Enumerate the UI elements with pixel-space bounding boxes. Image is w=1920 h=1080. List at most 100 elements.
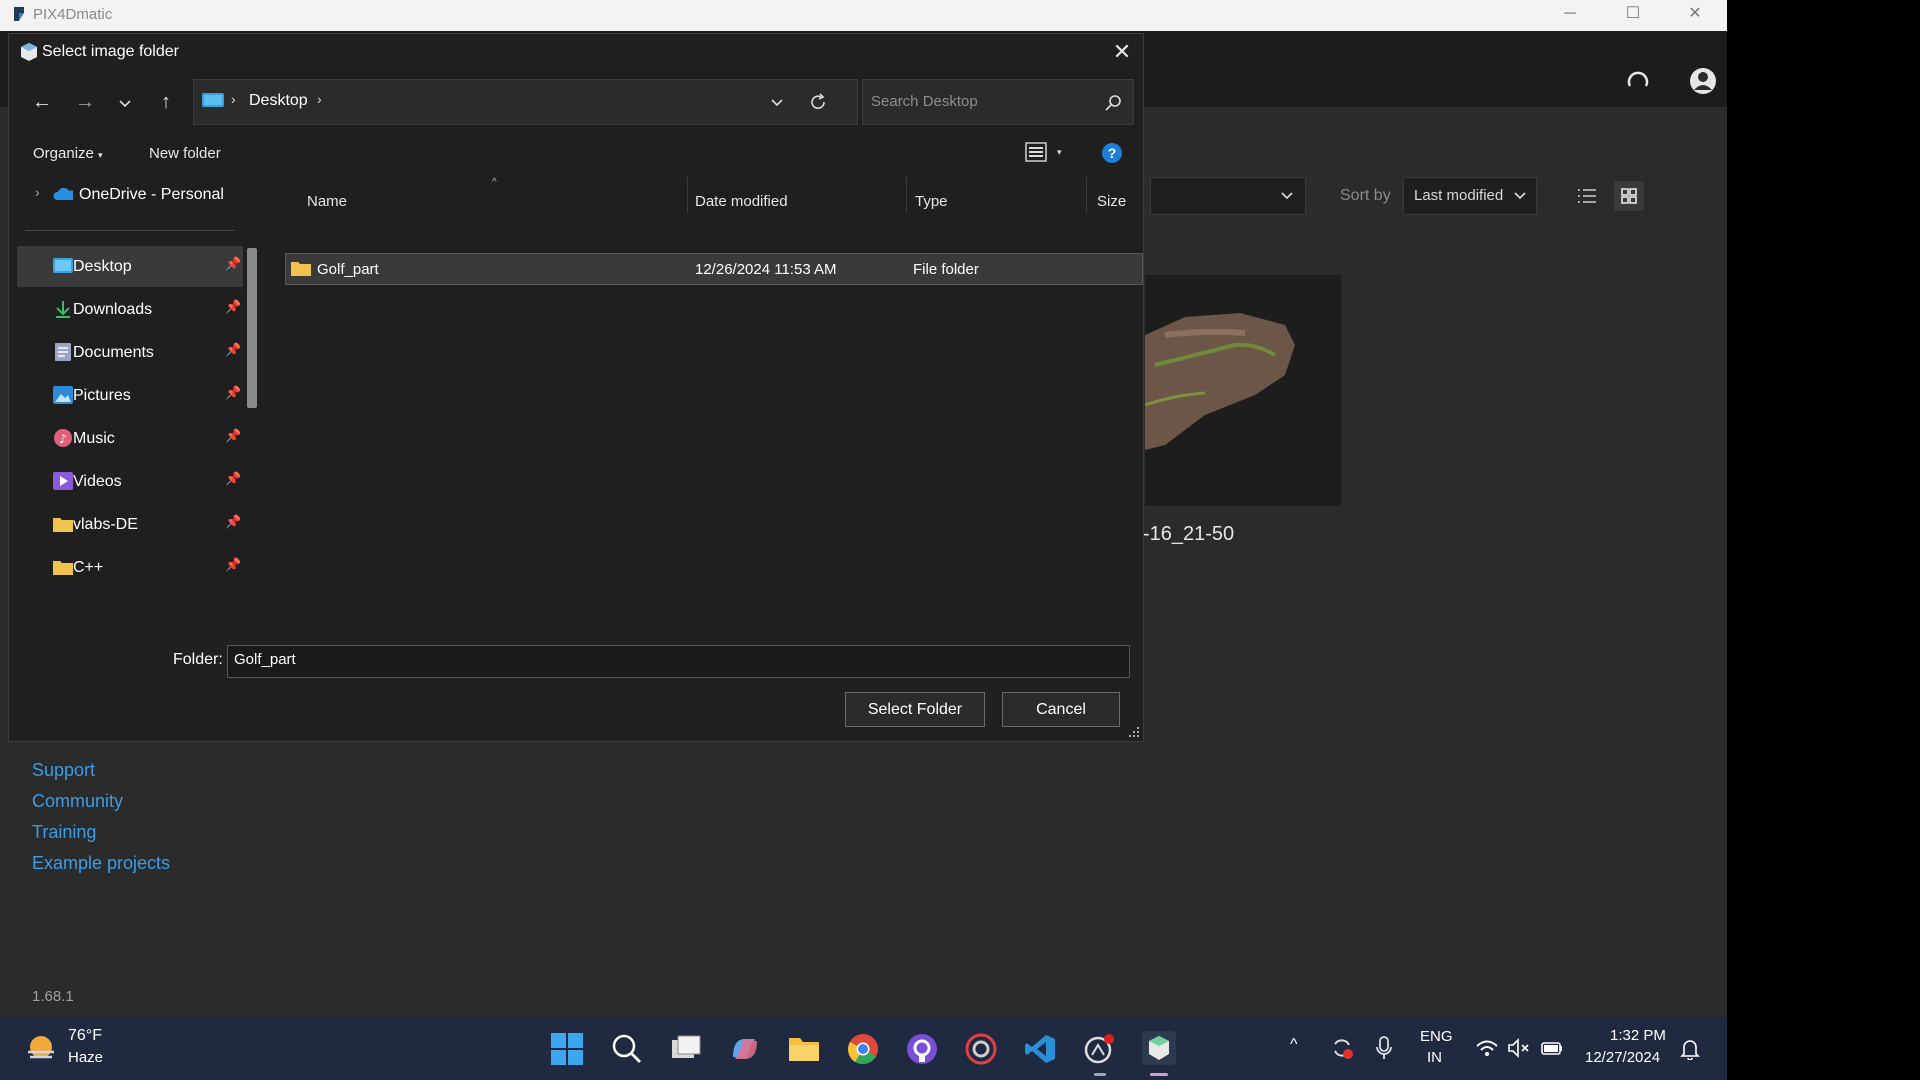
training-link[interactable]: Training [32,817,170,848]
clock-date[interactable]: 12/27/2024 [1585,1049,1660,1066]
search-box[interactable]: Search Desktop [862,79,1134,125]
pin-icon[interactable]: 📌 [225,256,241,272]
clock-time[interactable]: 1:32 PM [1610,1027,1666,1044]
address-bar[interactable]: › Desktop › [193,79,858,125]
language-indicator[interactable]: ENG [1420,1028,1453,1045]
chevron-down-icon[interactable] [771,99,783,107]
help-icon[interactable]: ? [1101,142,1123,164]
up-button[interactable]: ↑ [150,86,182,118]
sidebar-item-pictures[interactable]: Pictures 📌 [17,375,243,416]
sidebar-item-cpp[interactable]: C++ 📌 [17,547,243,588]
weather-temperature[interactable]: 76°F [68,1027,102,1045]
recent-locations-button[interactable] [109,86,141,118]
close-app-button[interactable]: ✕ [1665,0,1725,31]
column-separator[interactable] [1086,177,1087,213]
sort-dropdown[interactable]: Last modified [1403,177,1537,215]
support-link[interactable]: Support [32,755,170,786]
sidebar-item-label: Downloads [73,301,153,318]
caret-down-icon[interactable]: ▾ [1057,147,1062,158]
version-label: 1.68.1 [32,988,74,1005]
project-thumbnail[interactable] [1145,275,1341,506]
show-hidden-icons-chevron-up-icon[interactable]: ^ [1290,1036,1298,1054]
organize-menu[interactable]: Organize ▾ [33,145,103,162]
community-link[interactable]: Community [32,786,170,817]
pin-icon[interactable]: 📌 [225,428,241,444]
copilot-icon[interactable] [729,1033,761,1065]
music-icon: ♪ [54,429,72,447]
pictures-icon [53,386,73,404]
chrome-icon[interactable] [847,1033,879,1065]
documents-icon [55,343,71,361]
sidebar-item-onedrive[interactable]: › OneDrive - Personal [17,174,243,215]
search-icon[interactable] [611,1033,643,1065]
notification-bell-icon[interactable] [1680,1038,1700,1060]
breadcrumb-separator: › [317,91,322,107]
github-icon[interactable] [906,1033,938,1065]
view-options-icon[interactable] [1025,142,1047,162]
breadcrumb-desktop[interactable]: Desktop [249,92,308,110]
pin-icon[interactable]: 📌 [225,471,241,487]
pix4dmatic-taskbar-icon[interactable] [1142,1031,1176,1065]
sidebar-item-vlabs-de[interactable]: vlabs-DE 📌 [17,504,243,545]
sidebar-item-label: Pictures [73,387,131,404]
recording-app-icon[interactable] [1083,1033,1115,1065]
folder-icon [53,561,73,575]
sidebar-item-downloads[interactable]: Downloads 📌 [17,289,243,330]
microphone-icon[interactable] [1375,1036,1393,1060]
sidebar-item-desktop[interactable]: Desktop 📌 [17,246,243,287]
grid-view-icon[interactable] [1614,181,1644,211]
minimize-button[interactable]: ─ [1540,0,1600,31]
sidebar-item-music[interactable]: ♪ Music 📌 [17,418,243,459]
pin-icon[interactable]: 📌 [225,385,241,401]
forward-button[interactable]: → [69,86,101,118]
weather-haze-icon[interactable] [24,1032,58,1066]
project-name[interactable]: -16_21-50 [1143,523,1234,546]
divider [25,230,235,231]
file-list: ^ Name Date modified Type Size Golf_part… [271,174,1143,641]
cancel-button[interactable]: Cancel [1002,692,1120,727]
battery-icon[interactable] [1540,1038,1564,1058]
vscode-icon[interactable] [1024,1033,1056,1065]
column-header-size[interactable]: Size [1097,193,1126,210]
column-header-date-modified[interactable]: Date modified [695,193,788,210]
task-view-icon[interactable] [670,1033,702,1065]
sync-error-icon[interactable] [1330,1036,1354,1060]
resize-grip-icon[interactable] [1129,727,1139,737]
desktop-icon [202,93,224,107]
chevron-right-icon[interactable]: › [35,184,40,200]
back-button[interactable]: ← [26,86,58,118]
pin-icon[interactable]: 📌 [225,342,241,358]
column-separator[interactable] [906,177,907,213]
davinci-icon[interactable] [965,1033,997,1065]
table-row[interactable]: Golf_part 12/26/2024 11:53 AM File folde… [285,253,1143,285]
folder-input[interactable]: Golf_part [227,645,1130,678]
file-explorer-icon[interactable] [788,1033,820,1065]
sidebar-item-documents[interactable]: Documents 📌 [17,332,243,373]
sidebar-scrollbar[interactable] [247,248,257,408]
column-separator[interactable] [687,177,688,213]
select-folder-button[interactable]: Select Folder [845,692,985,727]
pin-icon[interactable]: 📌 [225,299,241,315]
filter-dropdown[interactable] [1150,177,1306,215]
account-icon[interactable] [1688,66,1718,96]
column-header-type[interactable]: Type [915,193,948,210]
speaker-muted-icon[interactable] [1507,1038,1531,1058]
example-projects-link[interactable]: Example projects [32,848,170,879]
sync-icon[interactable] [1623,66,1653,96]
refresh-icon[interactable] [809,93,827,111]
organize-label: Organize [33,145,94,162]
input-region-indicator[interactable]: IN [1427,1049,1442,1066]
maximize-button[interactable]: ☐ [1603,0,1663,31]
dialog-close-button[interactable]: ✕ [1107,38,1137,66]
windows-start-icon[interactable] [551,1033,583,1065]
new-folder-button[interactable]: New folder [149,145,221,162]
sidebar-item-videos[interactable]: Videos 📌 [17,461,243,502]
list-view-icon[interactable] [1572,181,1602,211]
pin-icon[interactable]: 📌 [225,557,241,573]
column-header-name[interactable]: Name [307,193,347,210]
pin-icon[interactable]: 📌 [225,514,241,530]
wifi-icon[interactable] [1475,1038,1499,1058]
dialog-titlebar: Select image folder ✕ [9,34,1143,70]
search-icon[interactable] [1105,94,1123,112]
weather-description[interactable]: Haze [68,1049,103,1066]
